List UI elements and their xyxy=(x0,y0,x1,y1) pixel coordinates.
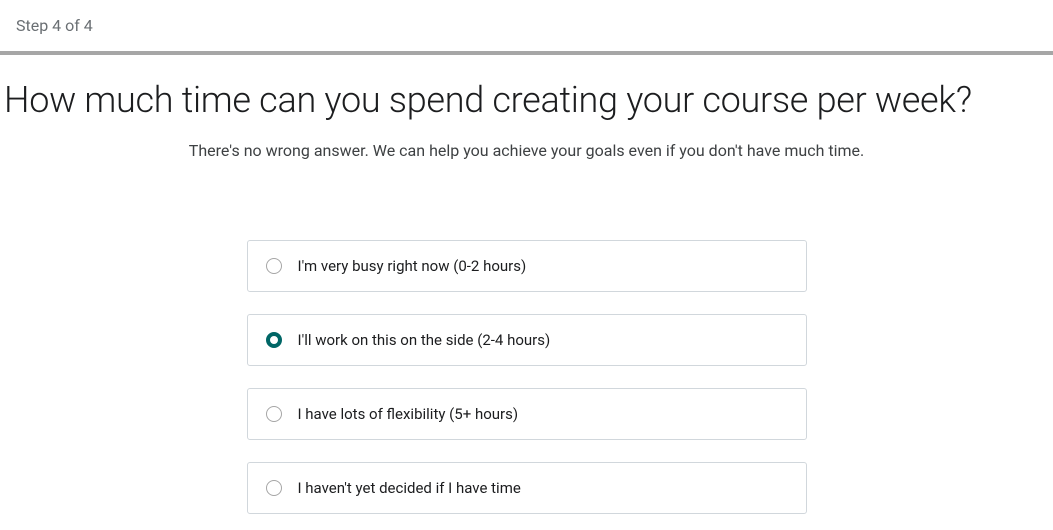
options-container: I'm very busy right now (0-2 hours) I'll… xyxy=(247,240,807,514)
option-side[interactable]: I'll work on this on the side (2-4 hours… xyxy=(247,314,807,366)
question-subtitle: There's no wrong answer. We can help you… xyxy=(0,141,1053,160)
main-content: How much time can you spend creating you… xyxy=(0,55,1053,514)
step-indicator: Step 4 of 4 xyxy=(0,0,1053,51)
radio-icon xyxy=(266,480,282,496)
step-label: Step 4 of 4 xyxy=(16,16,93,35)
option-flexible[interactable]: I have lots of flexibility (5+ hours) xyxy=(247,388,807,440)
option-label: I'm very busy right now (0-2 hours) xyxy=(298,257,527,275)
option-label: I have lots of flexibility (5+ hours) xyxy=(298,405,519,423)
radio-icon xyxy=(266,332,282,348)
radio-icon xyxy=(266,258,282,274)
option-undecided[interactable]: I haven't yet decided if I have time xyxy=(247,462,807,514)
option-label: I'll work on this on the side (2-4 hours… xyxy=(298,331,551,349)
radio-icon xyxy=(266,406,282,422)
option-label: I haven't yet decided if I have time xyxy=(298,479,521,497)
question-title: How much time can you spend creating you… xyxy=(0,79,1053,121)
option-busy[interactable]: I'm very busy right now (0-2 hours) xyxy=(247,240,807,292)
